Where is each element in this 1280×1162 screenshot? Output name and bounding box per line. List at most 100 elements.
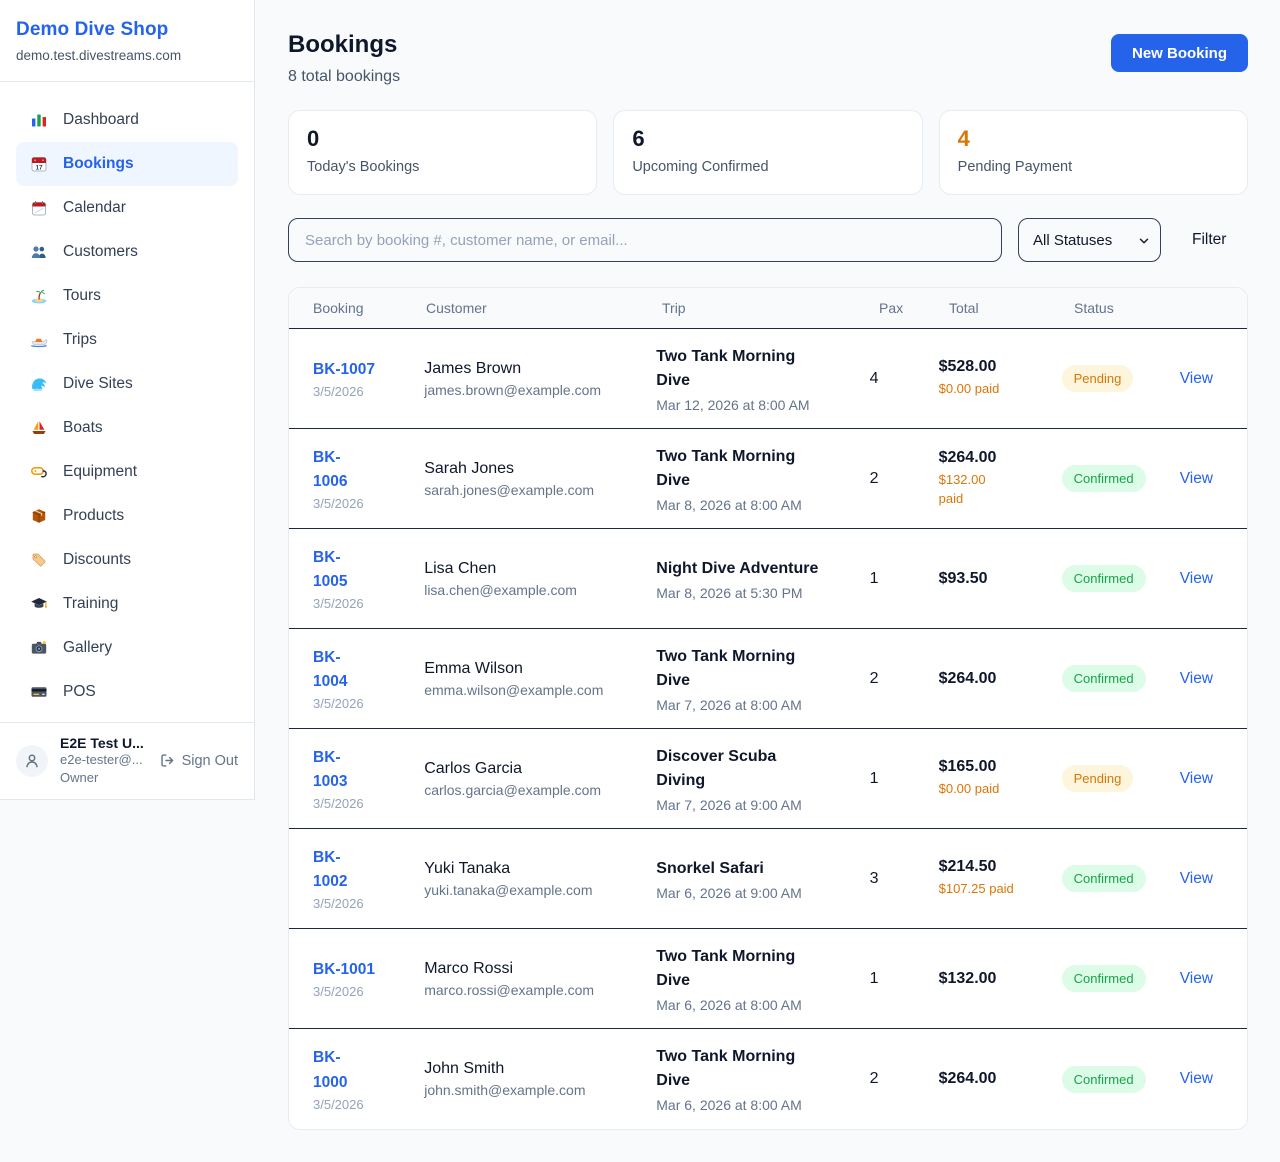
booking-cell: BK- 10023/5/2026 bbox=[313, 846, 424, 911]
pax-cell: 2 bbox=[870, 1070, 939, 1088]
sign-out-label: Sign Out bbox=[182, 753, 238, 769]
sidebar-item-label: Tours bbox=[63, 287, 101, 305]
search-input[interactable] bbox=[288, 218, 1002, 262]
total-cell: $165.00$0.00 paid bbox=[939, 758, 1062, 799]
total-cell: $93.50 bbox=[939, 570, 1062, 588]
bookings-table: BookingCustomerTripPaxTotalStatus BK-100… bbox=[288, 287, 1248, 1130]
brand-name: Demo Dive Shop bbox=[16, 19, 238, 41]
total-cell: $264.00 bbox=[939, 1070, 1062, 1088]
sidebar-item-training[interactable]: Training bbox=[16, 582, 238, 626]
sidebar-item-dashboard[interactable]: Dashboard bbox=[16, 98, 238, 142]
sidebar-item-discounts[interactable]: Discounts bbox=[16, 538, 238, 582]
brand: Demo Dive Shop demo.test.divestreams.com bbox=[0, 0, 254, 82]
stat-value: 4 bbox=[958, 126, 1229, 152]
booking-cell: BK- 10043/5/2026 bbox=[313, 646, 424, 711]
booking-id-link[interactable]: BK- 1004 bbox=[313, 646, 347, 694]
trip-datetime: Mar 8, 2026 at 5:30 PM bbox=[656, 585, 859, 601]
user-info: E2E Test U... e2e-tester@... Owner bbox=[60, 735, 147, 787]
booking-id-link[interactable]: BK- 1005 bbox=[313, 546, 347, 594]
status-select-wrap: All Statuses bbox=[1018, 218, 1161, 262]
trip-cell: Night Dive AdventureMar 8, 2026 at 5:30 … bbox=[656, 557, 869, 601]
customer-name: Emma Wilson bbox=[424, 660, 646, 678]
sidebar-item-pos[interactable]: POS bbox=[16, 670, 238, 714]
booking-cell: BK-10073/5/2026 bbox=[313, 358, 424, 399]
main-content: Bookings 8 total bookings New Booking 0T… bbox=[255, 0, 1280, 1130]
table-row: BK- 10063/5/2026Sarah Jonessarah.jones@e… bbox=[289, 429, 1247, 529]
booking-id-link[interactable]: BK- 1000 bbox=[313, 1046, 347, 1094]
sign-out-button[interactable]: Sign Out bbox=[159, 752, 238, 769]
tours-icon bbox=[29, 287, 49, 305]
booking-id-link[interactable]: BK-1001 bbox=[313, 958, 375, 982]
view-link[interactable]: View bbox=[1180, 870, 1213, 887]
view-cell: View bbox=[1180, 1070, 1223, 1088]
trip-name: Discover Scuba Diving bbox=[656, 745, 859, 793]
status-cell: Confirmed bbox=[1062, 465, 1180, 492]
customer-name: Sarah Jones bbox=[424, 460, 646, 478]
pax-cell: 1 bbox=[870, 570, 939, 588]
view-link[interactable]: View bbox=[1180, 570, 1213, 587]
total-amount: $528.00 bbox=[939, 358, 1052, 376]
booking-cell: BK- 10033/5/2026 bbox=[313, 746, 424, 811]
view-link[interactable]: View bbox=[1180, 470, 1213, 487]
view-link[interactable]: View bbox=[1180, 770, 1213, 787]
pax-cell: 2 bbox=[870, 470, 939, 488]
pax-cell: 3 bbox=[870, 870, 939, 888]
customer-email: marco.rossi@example.com bbox=[424, 982, 646, 998]
sidebar-item-customers[interactable]: Customers bbox=[16, 230, 238, 274]
table-body: BK-10073/5/2026James Brownjames.brown@ex… bbox=[289, 329, 1247, 1129]
trip-datetime: Mar 6, 2026 at 8:00 AM bbox=[656, 997, 859, 1013]
customer-name: James Brown bbox=[424, 360, 646, 378]
status-badge: Confirmed bbox=[1062, 465, 1146, 492]
status-cell: Pending bbox=[1062, 765, 1180, 792]
calendar-icon bbox=[29, 199, 49, 217]
stat-value: 6 bbox=[632, 126, 903, 152]
sidebar-item-trips[interactable]: Trips bbox=[16, 318, 238, 362]
view-cell: View bbox=[1180, 470, 1223, 488]
brand-domain: demo.test.divestreams.com bbox=[16, 48, 238, 63]
stats-row: 0Today's Bookings6Upcoming Confirmed4Pen… bbox=[288, 110, 1248, 195]
total-amount: $214.50 bbox=[939, 858, 1052, 876]
dashboard-icon bbox=[29, 111, 49, 129]
trip-name: Two Tank Morning Dive bbox=[656, 1045, 859, 1093]
booking-cell: BK- 10063/5/2026 bbox=[313, 446, 424, 511]
column-header-total: Total bbox=[949, 300, 1074, 316]
bookings-icon: 17 bbox=[29, 155, 49, 173]
equipment-icon bbox=[29, 463, 49, 481]
filter-button[interactable]: Filter bbox=[1192, 231, 1226, 249]
table-header: BookingCustomerTripPaxTotalStatus bbox=[289, 288, 1247, 329]
new-booking-button[interactable]: New Booking bbox=[1111, 34, 1248, 72]
view-cell: View bbox=[1180, 570, 1223, 588]
trip-cell: Snorkel SafariMar 6, 2026 at 9:00 AM bbox=[656, 857, 869, 901]
page-subtitle: 8 total bookings bbox=[288, 68, 400, 86]
sidebar-item-products[interactable]: Products bbox=[16, 494, 238, 538]
booking-id-link[interactable]: BK- 1003 bbox=[313, 746, 347, 794]
booking-id-link[interactable]: BK-1007 bbox=[313, 358, 375, 382]
status-select[interactable]: All Statuses bbox=[1018, 218, 1161, 262]
sidebar-item-label: Dashboard bbox=[63, 111, 139, 129]
view-cell: View bbox=[1180, 870, 1223, 888]
sidebar-item-label: Calendar bbox=[63, 199, 126, 217]
view-link[interactable]: View bbox=[1180, 370, 1213, 387]
sidebar-item-label: Training bbox=[63, 595, 118, 613]
user-email: e2e-tester@... bbox=[60, 751, 147, 769]
sidebar-item-tours[interactable]: Tours bbox=[16, 274, 238, 318]
sidebar-item-calendar[interactable]: Calendar bbox=[16, 186, 238, 230]
booking-id-link[interactable]: BK- 1006 bbox=[313, 446, 347, 494]
sidebar-item-boats[interactable]: Boats bbox=[16, 406, 238, 450]
customer-email: lisa.chen@example.com bbox=[424, 582, 646, 598]
view-link[interactable]: View bbox=[1180, 970, 1213, 987]
sidebar-item-label: Customers bbox=[63, 243, 138, 261]
status-cell: Confirmed bbox=[1062, 1066, 1180, 1093]
booking-id-link[interactable]: BK- 1002 bbox=[313, 846, 347, 894]
sidebar-item-bookings[interactable]: 17Bookings bbox=[16, 142, 238, 186]
sidebar-item-label: Boats bbox=[63, 419, 103, 437]
sidebar-item-equipment[interactable]: Equipment bbox=[16, 450, 238, 494]
trip-datetime: Mar 6, 2026 at 8:00 AM bbox=[656, 1097, 859, 1113]
paid-amount: $0.00 paid bbox=[939, 780, 1052, 799]
customer-email: john.smith@example.com bbox=[424, 1082, 646, 1098]
sidebar-item-dive-sites[interactable]: Dive Sites bbox=[16, 362, 238, 406]
view-link[interactable]: View bbox=[1180, 670, 1213, 687]
sidebar-item-gallery[interactable]: Gallery bbox=[16, 626, 238, 670]
view-link[interactable]: View bbox=[1180, 1070, 1213, 1087]
status-badge: Confirmed bbox=[1062, 665, 1146, 692]
